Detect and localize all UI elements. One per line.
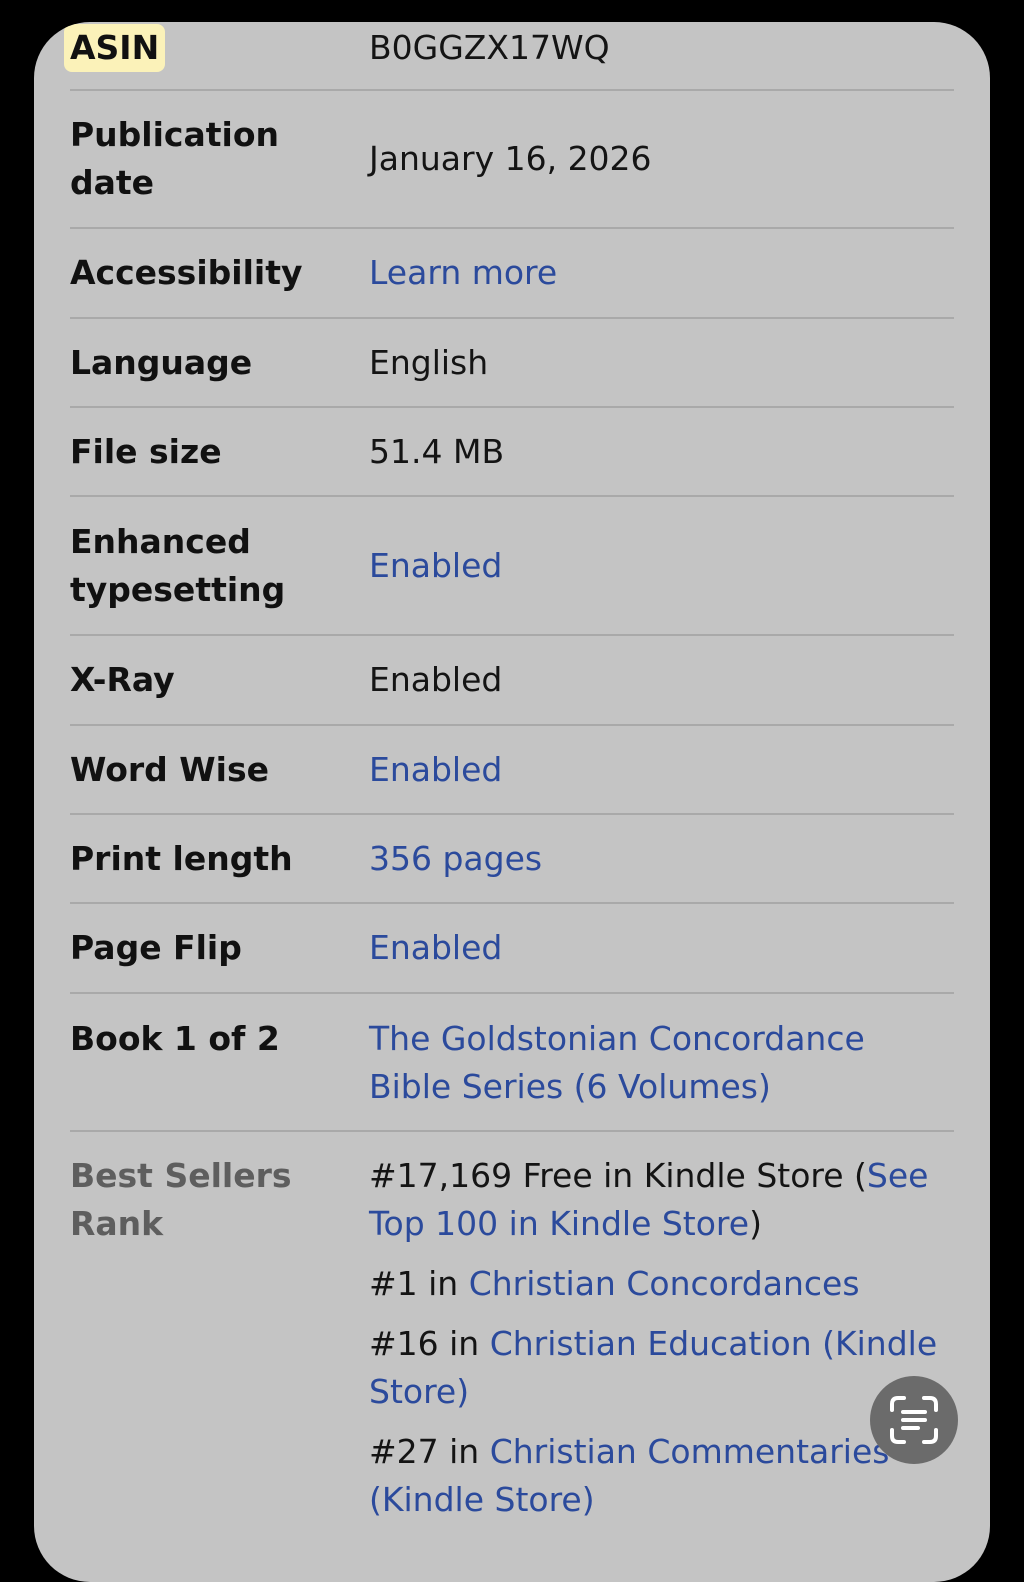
rank-prefix: #27 in [369, 1432, 490, 1471]
page-flip-label: Page Flip [70, 928, 242, 967]
series-link[interactable]: The Goldstonian Concordance Bible Series… [369, 1015, 954, 1111]
rank-prefix: #1 in [369, 1264, 469, 1303]
row-accessibility: Accessibility Learn more [70, 229, 954, 319]
accessibility-learn-more-link[interactable]: Learn more [369, 249, 954, 297]
publication-date-label: Publication date [70, 115, 280, 202]
rank-prefix: #17,169 Free in Kindle Store ( [369, 1156, 867, 1195]
row-language: Language English [70, 319, 954, 408]
row-word-wise: Word Wise Enabled [70, 726, 954, 815]
product-details-card: ASIN B0GGZX17WQ Publication date January… [34, 22, 990, 1582]
language-label: Language [70, 342, 253, 382]
series-label: Book 1 of 2 [70, 1019, 280, 1058]
page-flip-link[interactable]: Enabled [369, 924, 954, 972]
rank-item-christian-concordances: #1 in Christian Concordances [369, 1260, 954, 1308]
row-file-size: File size 51.4 MB [70, 408, 954, 497]
row-asin: ASIN B0GGZX17WQ [64, 22, 954, 91]
xray-label: X-Ray [70, 660, 175, 699]
christian-concordances-link[interactable]: Christian Concordances [469, 1264, 860, 1303]
file-size-value: 51.4 MB [369, 431, 505, 471]
product-details-table: ASIN B0GGZX17WQ Publication date January… [64, 22, 954, 1552]
xray-value: Enabled [369, 660, 503, 699]
asin-label-highlight: ASIN [64, 24, 166, 72]
row-enhanced-typesetting: Enhanced typesetting Enabled [70, 497, 954, 636]
row-print-length: Print length 356 pages [70, 815, 954, 904]
language-value: English [369, 342, 489, 382]
rank-prefix: #16 in [369, 1324, 490, 1363]
text-scan-button[interactable] [870, 1376, 958, 1464]
row-series: Book 1 of 2 The Goldstonian Concordance … [70, 994, 954, 1132]
rank-suffix: ) [749, 1204, 762, 1243]
best-sellers-rank-list: #17,169 Free in Kindle Store (See Top 10… [369, 1152, 954, 1536]
word-wise-link[interactable]: Enabled [369, 746, 954, 794]
asin-label: ASIN [64, 24, 369, 72]
rank-item-kindle-store: #17,169 Free in Kindle Store (See Top 10… [369, 1152, 954, 1248]
publication-date-value: January 16, 2026 [369, 139, 652, 178]
print-length-link[interactable]: 356 pages [369, 835, 954, 883]
enhanced-typesetting-label: Enhanced typesetting [70, 521, 286, 609]
best-sellers-rank-label: Best Sellers Rank [70, 1156, 292, 1243]
text-scan-icon [890, 1396, 938, 1444]
print-length-label: Print length [70, 838, 293, 878]
rank-item-christian-education: #16 in Christian Education (Kindle Store… [369, 1320, 954, 1416]
rank-item-christian-commentaries: #27 in Christian Commentaries (Kindle St… [369, 1428, 954, 1524]
asin-value: B0GGZX17WQ [369, 28, 610, 67]
word-wise-label: Word Wise [70, 749, 270, 789]
accessibility-label: Accessibility [70, 253, 303, 292]
enhanced-typesetting-link[interactable]: Enabled [369, 542, 954, 590]
file-size-label: File size [70, 431, 222, 471]
row-xray: X-Ray Enabled [70, 636, 954, 726]
row-publication-date: Publication date January 16, 2026 [70, 91, 954, 229]
row-page-flip: Page Flip Enabled [70, 904, 954, 994]
row-best-sellers-rank: Best Sellers Rank #17,169 Free in Kindle… [70, 1132, 954, 1552]
